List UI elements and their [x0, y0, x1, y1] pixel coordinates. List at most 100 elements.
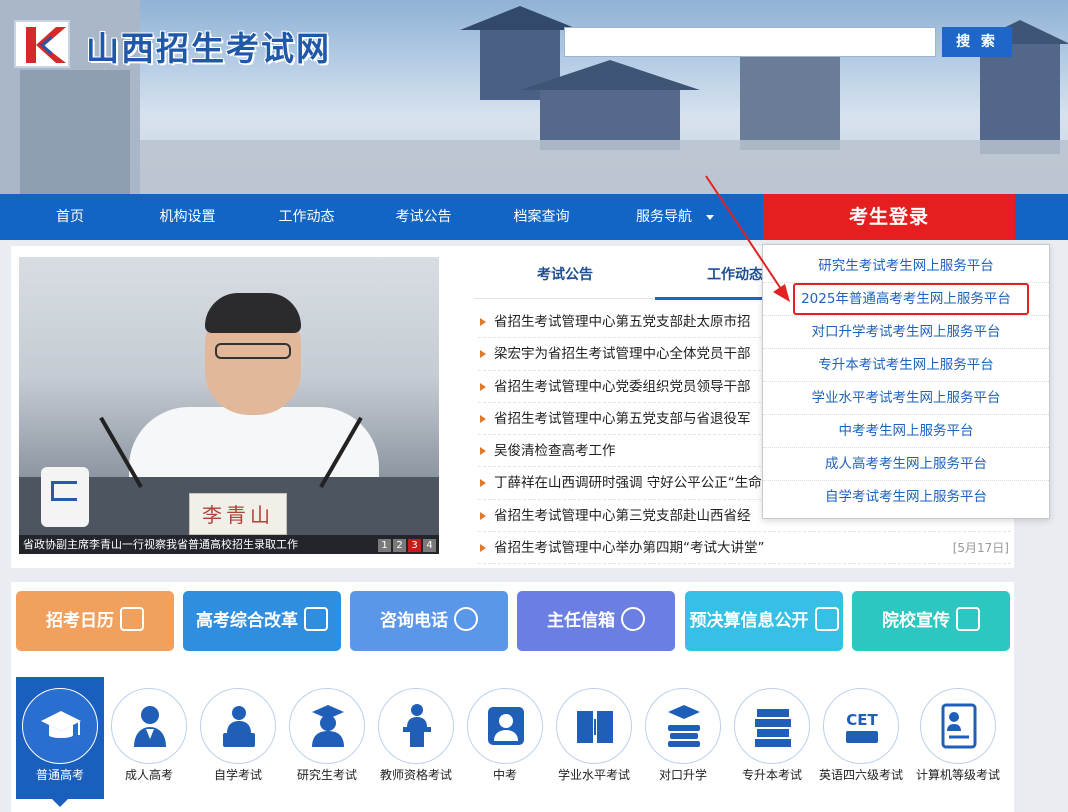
- search-input[interactable]: [564, 27, 936, 57]
- nav-item-archive-query[interactable]: 档案查询: [499, 194, 584, 240]
- bullet-icon: [480, 447, 486, 456]
- category-label: 英语四六级考试: [818, 768, 903, 782]
- site-title[interactable]: 山西招生考试网: [86, 22, 331, 70]
- category-icon-circle: [289, 688, 365, 764]
- quick-button-label: 主任信箱: [547, 611, 615, 631]
- slideshow-page-1[interactable]: 1: [378, 539, 391, 552]
- bullet-icon: [480, 544, 486, 553]
- self-study-icon: [223, 706, 255, 747]
- category-gaokao[interactable]: 普通高考: [20, 688, 100, 798]
- slideshow-caption-text: 省政协副主席李青山一行视察我省普通高校招生录取工作: [23, 538, 298, 551]
- category-vocational[interactable]: 对口升学: [643, 688, 723, 798]
- quick-button-calendar[interactable]: 招考日历: [16, 591, 174, 651]
- menu-item-zhongkao-platform[interactable]: 中考考生网上服务平台: [763, 415, 1049, 448]
- candidate-login-button[interactable]: 考生登录: [763, 194, 1015, 240]
- news-title: 省招生考试管理中心第五党支部赴太原市招: [494, 314, 751, 330]
- category-cet[interactable]: CET 英语四六级考试: [819, 688, 903, 798]
- nav-item-exam-notices[interactable]: 考试公告: [381, 194, 466, 240]
- news-date: [5月17日]: [952, 541, 1009, 556]
- school-icon: [956, 607, 980, 631]
- slideshow-page-4[interactable]: 4: [423, 539, 436, 552]
- category-teacher-cert[interactable]: 教师资格考试: [376, 688, 456, 798]
- category-icon-circle: [734, 688, 810, 764]
- category-label: 计算机等级考试: [915, 768, 1000, 782]
- site-logo[interactable]: [14, 20, 70, 68]
- category-adult-exam[interactable]: 成人高考: [109, 688, 189, 798]
- news-title: 吴俊清检查高考工作: [494, 443, 616, 460]
- category-label: 教师资格考试: [379, 768, 452, 782]
- cet-icon: CET: [846, 711, 879, 743]
- nav-item-organization[interactable]: 机构设置: [145, 194, 230, 240]
- menu-item-graduate-platform[interactable]: 研究生考试考生网上服务平台: [763, 250, 1049, 283]
- news-title: 梁宏宇为省招生考试管理中心全体党员干部: [494, 346, 751, 363]
- bullet-icon: [480, 414, 486, 423]
- logo-k-icon: [26, 27, 66, 63]
- nav-item-home[interactable]: 首页: [30, 194, 110, 240]
- nav-item-work-news[interactable]: 工作动态: [264, 194, 349, 240]
- quick-button-director-mailbox[interactable]: 主任信箱: [517, 591, 675, 651]
- quick-button-label: 预决算信息公开: [689, 611, 809, 631]
- category-computer-rank[interactable]: 计算机等级考试: [916, 688, 1000, 798]
- category-zhongkao[interactable]: 中考: [465, 688, 545, 798]
- mail-icon: [621, 607, 645, 631]
- menu-item-academic-level-platform[interactable]: 学业水平考试考生网上服务平台: [763, 382, 1049, 415]
- search-button[interactable]: 搜 索: [942, 27, 1012, 57]
- slideshow-page-3[interactable]: 3: [408, 539, 421, 552]
- highlight-box: [793, 283, 1029, 315]
- category-label: 中考: [492, 768, 517, 782]
- menu-item-self-study-platform[interactable]: 自学考试考生网上服务平台: [763, 481, 1049, 514]
- quick-button-budget[interactable]: 预决算信息公开: [685, 591, 843, 651]
- quick-button-label: 院校宣传: [882, 611, 950, 631]
- graduation-cap-icon: [41, 711, 81, 738]
- svg-text:CET: CET: [846, 711, 878, 729]
- category-icon-circle: [920, 688, 996, 764]
- menu-item-upgrade-platform[interactable]: 专升本考试考生网上服务平台: [763, 349, 1049, 382]
- nav-item-service-guide[interactable]: 服务导航: [620, 194, 730, 240]
- quick-button-reform[interactable]: 高考综合改革: [183, 591, 341, 651]
- photo-nameplate: 李青山: [189, 493, 287, 535]
- chevron-down-icon: [706, 214, 714, 220]
- category-icon-circle: CET: [823, 688, 899, 764]
- photo-glasses: [215, 343, 291, 359]
- quick-button-hotline[interactable]: 咨询电话: [350, 591, 508, 651]
- menu-item-adult-exam-platform[interactable]: 成人高考考生网上服务平台: [763, 448, 1049, 481]
- category-academic-level[interactable]: 学业水平考试: [554, 688, 634, 798]
- banner-pagoda-roof: [460, 6, 580, 30]
- calendar-icon: [120, 607, 144, 631]
- bullet-icon: [480, 350, 486, 359]
- quick-button-label: 咨询电话: [380, 611, 448, 631]
- slideshow-page-2[interactable]: 2: [393, 539, 406, 552]
- graduate-icon: [312, 705, 344, 747]
- category-label: 对口升学: [658, 768, 707, 782]
- book-icon: [577, 711, 613, 743]
- category-icon-circle: [556, 688, 632, 764]
- tab-exam-notices[interactable]: 考试公告: [510, 257, 620, 299]
- news-title: 丁薛祥在山西调研时强调 守好公平公正“生命: [494, 475, 762, 492]
- category-label: 普通高考: [35, 768, 84, 782]
- category-self-study[interactable]: 自学考试: [198, 688, 278, 798]
- category-label: 专升本考试: [741, 768, 802, 782]
- category-icon-circle: [645, 688, 721, 764]
- news-title: 省招生考试管理中心举办第四期“考试大讲堂”: [494, 540, 765, 557]
- bullet-icon: [480, 382, 486, 391]
- banner-rooftops: [140, 140, 1068, 194]
- category-upgrade[interactable]: 专升本考试: [732, 688, 812, 798]
- category-graduate-exam[interactable]: 研究生考试: [287, 688, 367, 798]
- menu-item-vocational-platform[interactable]: 对口升学考试考生网上服务平台: [763, 316, 1049, 349]
- bullet-icon: [480, 318, 486, 326]
- photo-mug-logo: [51, 481, 77, 501]
- quick-button-label: 高考综合改革: [196, 611, 298, 631]
- category-icon-circle: [111, 688, 187, 764]
- quick-button-college-promo[interactable]: 院校宣传: [852, 591, 1010, 651]
- quick-button-label: 招考日历: [46, 611, 114, 631]
- slideshow-caption[interactable]: 省政协副主席李青山一行视察我省普通高校招生录取工作: [19, 535, 439, 554]
- category-icon-circle: [22, 688, 98, 764]
- photo-person-hair: [205, 293, 301, 333]
- category-label: 自学考试: [213, 768, 262, 782]
- list-item[interactable]: 省招生考试管理中心举办第四期“考试大讲堂” [5月17日]: [478, 532, 1011, 565]
- category-icon-circle: [378, 688, 454, 764]
- teacher-podium-icon: [403, 704, 431, 747]
- category-icon-circle: [467, 688, 543, 764]
- news-slideshow[interactable]: 李青山 省政协副主席李青山一行视察我省普通高校招生录取工作 1 2 3 4: [19, 257, 439, 554]
- banner-building-window: [20, 70, 130, 194]
